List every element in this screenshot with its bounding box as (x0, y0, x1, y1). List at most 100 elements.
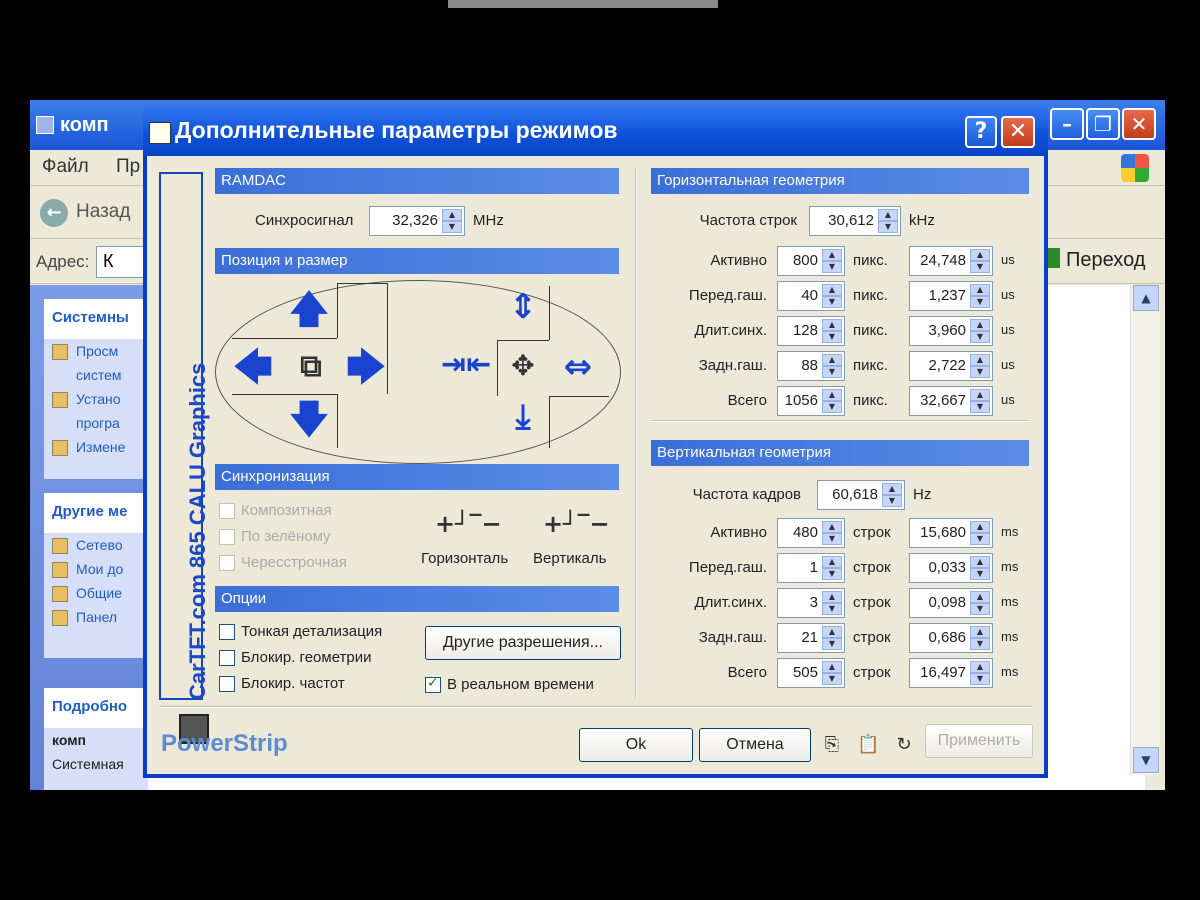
place-link[interactable]: Мои до (44, 557, 148, 581)
spin-up-icon[interactable]: ▲ (822, 661, 842, 673)
spin-up-icon[interactable]: ▲ (970, 661, 990, 673)
spin-down-icon[interactable]: ▼ (970, 603, 990, 615)
move-down-icon[interactable]: 🡇 (289, 400, 329, 438)
menu-file[interactable]: Файл (42, 156, 89, 178)
place-link[interactable]: Сетево (44, 533, 148, 557)
realtime-checkbox[interactable] (425, 675, 441, 693)
spin-up-icon[interactable]: ▲ (822, 354, 842, 366)
spin-up-icon[interactable]: ▲ (970, 591, 990, 603)
task-link[interactable]: Просм (44, 339, 148, 363)
spin-up-icon[interactable]: ▲ (442, 209, 462, 221)
hgeom-time-spinner[interactable]: 1,237 ▲ ▼ (909, 281, 993, 311)
panel-header[interactable]: Подробно (44, 688, 148, 728)
spin-down-icon[interactable]: ▼ (970, 261, 990, 273)
hgeom-count-spinner[interactable]: 1056 ▲ ▼ (777, 386, 845, 416)
copy-icon[interactable]: ⎘ (821, 734, 843, 756)
fine-detail-checkbox[interactable] (219, 624, 235, 640)
spin-down-icon[interactable]: ▼ (442, 221, 462, 233)
spin-up-icon[interactable]: ▲ (822, 249, 842, 261)
spin-down-icon[interactable]: ▼ (822, 673, 842, 685)
spin-up-icon[interactable]: ▲ (882, 483, 902, 495)
dialog-titlebar[interactable]: Дополнительные параметры режимов ? ✕ (143, 108, 1048, 156)
hgeom-count-spinner[interactable]: 128 ▲ ▼ (777, 316, 845, 346)
vgeom-count-spinner[interactable]: 505 ▲ ▼ (777, 658, 845, 688)
spin-down-icon[interactable]: ▼ (822, 296, 842, 308)
spin-up-icon[interactable]: ▲ (878, 209, 898, 221)
pixel-clock-spinner[interactable]: 32,326 ▲ ▼ (369, 206, 465, 236)
help-button[interactable]: ? (965, 116, 997, 148)
spin-down-icon[interactable]: ▼ (970, 366, 990, 378)
vgeom-time-spinner[interactable]: 0,033 ▲ ▼ (909, 553, 993, 583)
decrease-width-icon[interactable]: ⇥⇤ (441, 350, 491, 380)
spin-down-icon[interactable]: ▼ (970, 673, 990, 685)
spin-down-icon[interactable]: ▼ (970, 401, 990, 413)
vgeom-time-spinner[interactable]: 0,686 ▲ ▼ (909, 623, 993, 653)
vertical-scrollbar[interactable]: ▲ ▼ (1130, 285, 1160, 775)
spin-up-icon[interactable]: ▲ (822, 556, 842, 568)
sync-on-green-checkbox[interactable] (219, 529, 235, 545)
hgeom-count-spinner[interactable]: 40 ▲ ▼ (777, 281, 845, 311)
hgeom-time-spinner[interactable]: 24,748 ▲ ▼ (909, 246, 993, 276)
spin-down-icon[interactable]: ▼ (970, 638, 990, 650)
paste-icon[interactable]: 📋 (857, 734, 879, 756)
center-size-icon[interactable]: ✥ (503, 352, 543, 380)
decrease-height-icon[interactable]: ⤓ (501, 400, 545, 434)
place-link[interactable]: Общие (44, 581, 148, 605)
increase-width-icon[interactable]: ⇔ (553, 350, 603, 384)
close-button[interactable]: ✕ (1122, 108, 1156, 140)
interlaced-checkbox[interactable] (219, 555, 235, 571)
spin-down-icon[interactable]: ▼ (822, 366, 842, 378)
vgeom-time-spinner[interactable]: 16,497 ▲ ▼ (909, 658, 993, 688)
scroll-up-icon[interactable]: ▲ (1133, 285, 1159, 311)
spin-down-icon[interactable]: ▼ (970, 533, 990, 545)
spin-up-icon[interactable]: ▲ (970, 626, 990, 638)
move-left-icon[interactable]: 🡄 (231, 348, 275, 386)
dialog-close-button[interactable]: ✕ (1001, 116, 1035, 148)
spin-down-icon[interactable]: ▼ (822, 261, 842, 273)
vertical-polarity-icon[interactable]: +┘‾− (543, 510, 610, 538)
spin-down-icon[interactable]: ▼ (882, 495, 902, 507)
composite-checkbox[interactable] (219, 503, 235, 519)
ok-button[interactable]: Ok (579, 728, 693, 762)
lock-geometry-checkbox[interactable] (219, 650, 235, 666)
hgeom-time-spinner[interactable]: 2,722 ▲ ▼ (909, 351, 993, 381)
spin-up-icon[interactable]: ▲ (970, 521, 990, 533)
hgeom-count-spinner[interactable]: 88 ▲ ▼ (777, 351, 845, 381)
spin-up-icon[interactable]: ▲ (970, 389, 990, 401)
task-link[interactable]: Измене (44, 435, 148, 459)
move-up-icon[interactable]: 🡅 (289, 290, 329, 328)
back-button[interactable]: Назад (76, 201, 130, 223)
spin-down-icon[interactable]: ▼ (822, 533, 842, 545)
spin-down-icon[interactable]: ▼ (822, 603, 842, 615)
panel-header[interactable]: Системны (44, 299, 148, 339)
spin-down-icon[interactable]: ▼ (970, 296, 990, 308)
line-rate-spinner[interactable]: 30,612 ▲ ▼ (809, 206, 901, 236)
spin-down-icon[interactable]: ▼ (822, 331, 842, 343)
place-link[interactable]: Панел (44, 605, 148, 629)
spin-down-icon[interactable]: ▼ (878, 221, 898, 233)
cancel-button[interactable]: Отмена (699, 728, 811, 762)
spin-up-icon[interactable]: ▲ (970, 284, 990, 296)
task-link[interactable]: систем (44, 363, 148, 387)
spin-up-icon[interactable]: ▲ (970, 319, 990, 331)
hgeom-count-spinner[interactable]: 800 ▲ ▼ (777, 246, 845, 276)
vgeom-time-spinner[interactable]: 0,098 ▲ ▼ (909, 588, 993, 618)
minimize-button[interactable]: – (1050, 108, 1084, 140)
task-link[interactable]: програ (44, 411, 148, 435)
center-position-icon[interactable]: ⧉ (291, 352, 331, 382)
spin-up-icon[interactable]: ▲ (822, 591, 842, 603)
spin-up-icon[interactable]: ▲ (822, 319, 842, 331)
move-right-icon[interactable]: 🡆 (343, 348, 389, 386)
other-resolutions-button[interactable]: Другие разрешения... (425, 626, 621, 660)
spin-down-icon[interactable]: ▼ (822, 568, 842, 580)
spin-down-icon[interactable]: ▼ (822, 638, 842, 650)
spin-down-icon[interactable]: ▼ (970, 568, 990, 580)
vgeom-count-spinner[interactable]: 480 ▲ ▼ (777, 518, 845, 548)
scroll-down-icon[interactable]: ▼ (1133, 747, 1159, 773)
apply-button[interactable]: Применить (925, 724, 1033, 758)
panel-header[interactable]: Другие ме (44, 493, 148, 533)
vgeom-count-spinner[interactable]: 3 ▲ ▼ (777, 588, 845, 618)
spin-down-icon[interactable]: ▼ (970, 331, 990, 343)
reset-icon[interactable]: ↻ (893, 734, 915, 756)
vgeom-time-spinner[interactable]: 15,680 ▲ ▼ (909, 518, 993, 548)
